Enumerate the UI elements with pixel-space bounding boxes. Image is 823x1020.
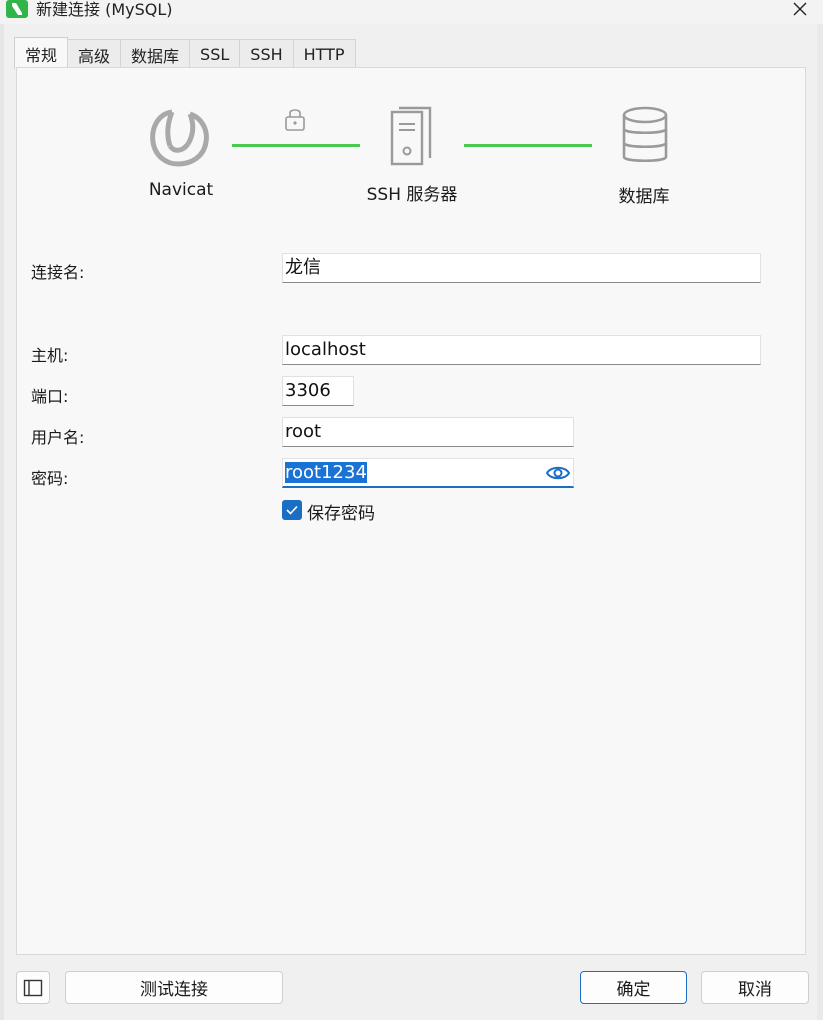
ok-button[interactable]: 确定 (580, 971, 687, 1004)
password-input[interactable]: root1234 (282, 458, 574, 488)
save-password-label: 保存密码 (307, 504, 375, 524)
tab-general[interactable]: 常规 (14, 37, 69, 69)
save-password-checkbox[interactable] (282, 500, 302, 520)
window-title: 新建连接 (MySQL) (36, 0, 173, 19)
panel-toggle-icon (23, 979, 43, 996)
tab-http[interactable]: HTTP (292, 39, 356, 69)
tab-database[interactable]: 数据库 (120, 39, 191, 69)
port-input[interactable]: 3306 (282, 376, 354, 406)
diagram-line-ssh-db (464, 144, 592, 147)
password-label: 密码: (31, 469, 69, 488)
diagram-db-label: 数据库 (618, 187, 670, 207)
username-input[interactable]: root (282, 417, 574, 447)
username-label: 用户名: (31, 428, 85, 447)
diagram-client-label: Navicat (148, 180, 214, 200)
tab-advanced[interactable]: 高级 (67, 39, 122, 69)
toggle-panel-button[interactable] (16, 971, 50, 1004)
close-icon (793, 2, 807, 16)
server-icon (390, 106, 432, 166)
host-label: 主机: (31, 346, 69, 365)
navicat-app-icon (6, 0, 28, 18)
navicat-logo-icon (150, 109, 209, 167)
tab-ssh[interactable]: SSH (239, 39, 294, 69)
database-icon (622, 106, 668, 163)
window-frame-left (0, 24, 4, 1020)
connection-name-input[interactable]: 龙信 (282, 253, 761, 283)
password-selected-text: root1234 (285, 462, 367, 483)
host-input[interactable]: localhost (282, 335, 761, 365)
tab-bar: 常规 高级 数据库 SSL SSH HTTP (14, 37, 356, 69)
diagram-line-client-ssh (232, 144, 360, 147)
checkmark-icon (286, 505, 298, 515)
connection-name-label: 连接名: (31, 263, 85, 282)
diagram-ssh-label: SSH 服务器 (366, 185, 458, 205)
tab-ssl[interactable]: SSL (189, 39, 241, 69)
test-connection-button[interactable]: 测试连接 (65, 971, 283, 1004)
lock-icon (285, 109, 305, 131)
title-bar: 新建连接 (MySQL) (0, 0, 823, 24)
eye-icon[interactable] (545, 463, 571, 483)
window-frame-right (817, 24, 823, 1020)
close-button[interactable] (777, 0, 823, 24)
port-label: 端口: (31, 387, 69, 406)
cancel-button[interactable]: 取消 (701, 971, 809, 1004)
